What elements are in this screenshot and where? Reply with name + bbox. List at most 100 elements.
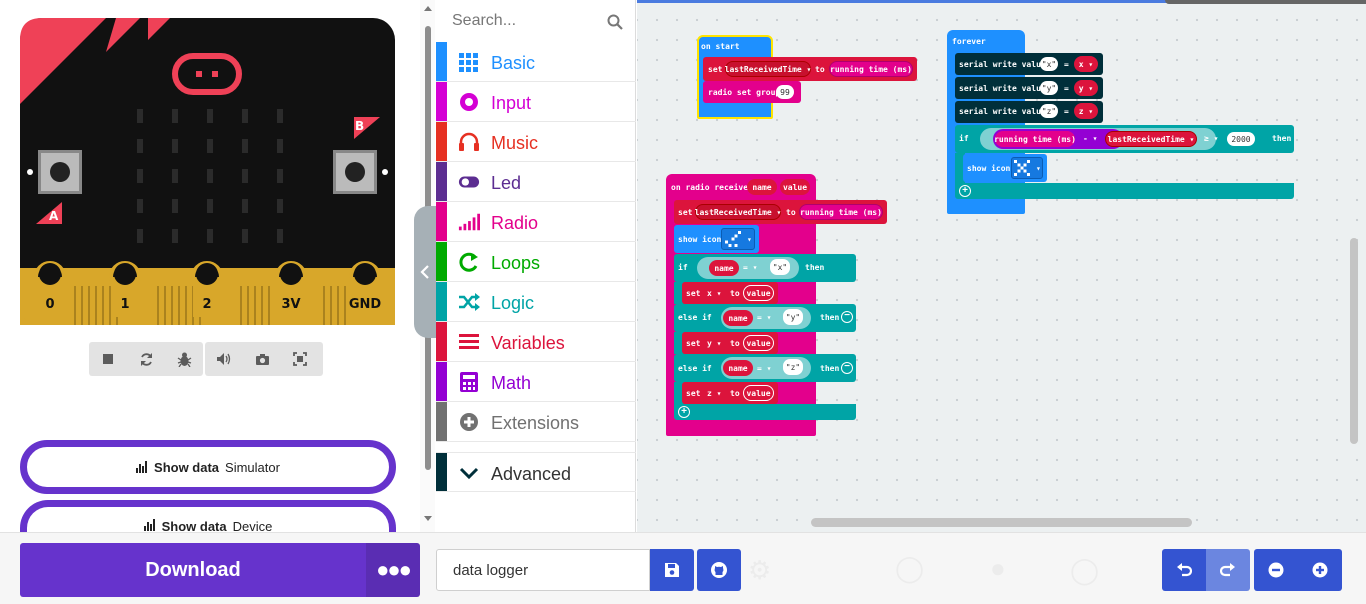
bottom-toolbar: ⚙ ◯ ● ◯ Download ●●●	[0, 532, 1366, 604]
to-label: to	[730, 389, 740, 398]
workspace-horizontal-scrollbar[interactable]	[811, 518, 1192, 527]
project-name-input[interactable]	[436, 549, 650, 591]
category-math[interactable]: Math	[436, 362, 636, 402]
then-label: then	[805, 263, 825, 272]
stop-button[interactable]	[89, 342, 127, 376]
remove-else-if-icon[interactable]: −	[841, 362, 853, 374]
compare-value-field[interactable]: " x "	[770, 259, 790, 275]
show-data-simulator-button[interactable]: Show data Simulator	[20, 440, 396, 494]
else-if-label: else if	[678, 364, 712, 373]
zoom-in-button[interactable]	[1298, 549, 1342, 591]
equals-operator[interactable]: = ▾	[743, 263, 757, 272]
github-button[interactable]	[697, 549, 741, 591]
debug-button[interactable]	[165, 342, 203, 376]
microbit-board[interactable]: A B 0 1 2 3V GND	[20, 18, 395, 325]
category-advanced[interactable]: Advanced	[436, 452, 636, 492]
equals-operator[interactable]: = ▾	[757, 364, 771, 373]
simulator-panel: A B 0 1 2 3V GND Show data Simulator Sho…	[0, 0, 435, 540]
icon-picker[interactable]: ▾	[721, 228, 755, 250]
category-label: Extensions	[491, 413, 580, 433]
on-radio-label: on radio received	[671, 183, 753, 192]
variable-reporter[interactable]: lastReceivedTime ▾	[1105, 131, 1197, 147]
name-reporter[interactable]: name	[723, 360, 753, 376]
variable-dropdown[interactable]: lastReceivedTime ▾	[695, 204, 781, 220]
zoom-out-button[interactable]	[1254, 549, 1298, 591]
add-else-icon[interactable]: +	[678, 406, 690, 418]
running-time-reporter[interactable]: running time (ms)	[994, 131, 1076, 147]
value-reporter[interactable]: value	[743, 285, 774, 301]
category-radio[interactable]: Radio	[436, 202, 636, 242]
variable-reporter[interactable]: x ▾	[1074, 56, 1098, 72]
fullscreen-icon	[293, 352, 307, 366]
threshold-field[interactable]: 2000	[1227, 132, 1255, 146]
search-input[interactable]	[452, 12, 602, 30]
show-icon-label: show icon	[967, 164, 1011, 173]
variable-reporter[interactable]: y ▾	[1074, 80, 1098, 96]
pin-0-label: 0	[45, 297, 54, 312]
undo-button[interactable]	[1162, 549, 1206, 591]
icon-picker[interactable]: ▾	[1011, 157, 1043, 179]
running-time-reporter[interactable]: running time (ms)	[829, 61, 913, 77]
variable-dropdown[interactable]: z ▾	[707, 389, 721, 398]
category-logic[interactable]: Logic	[436, 282, 636, 322]
running-time-reporter[interactable]: running time (ms)	[799, 204, 883, 220]
workspace-tab	[1165, 0, 1366, 4]
serial-name-field[interactable]: " x "	[1040, 57, 1058, 71]
set-label: set	[708, 65, 723, 74]
value-reporter[interactable]: value	[743, 385, 774, 401]
value-reporter[interactable]: value	[743, 335, 774, 351]
simulator-controls-2	[205, 342, 323, 376]
category-input[interactable]: Input	[436, 82, 636, 122]
category-label: Led	[491, 173, 522, 193]
to-label: to	[815, 65, 825, 74]
set-label: set	[678, 208, 693, 217]
category-label: Variables	[491, 333, 565, 353]
screenshot-button[interactable]	[243, 342, 281, 376]
workspace-vertical-scrollbar[interactable]	[1350, 238, 1358, 444]
radio-set-group-label: radio set group	[708, 88, 781, 97]
serial-write-label: serial write value	[959, 60, 1046, 69]
equals-operator[interactable]: = ▾	[757, 313, 771, 322]
collapse-simulator-button[interactable]	[414, 206, 436, 338]
category-variables[interactable]: Variables	[436, 322, 636, 362]
save-button[interactable]	[650, 549, 694, 591]
scroll-up-icon[interactable]	[424, 6, 432, 11]
compare-value-field[interactable]: " y "	[783, 309, 803, 325]
download-button[interactable]: Download	[20, 543, 366, 597]
category-loops[interactable]: Loops	[436, 242, 636, 282]
scroll-down-icon[interactable]	[424, 516, 432, 521]
search-icon[interactable]	[607, 14, 623, 30]
add-else-icon[interactable]: +	[959, 185, 971, 197]
variable-dropdown[interactable]: lastReceivedTime ▾	[725, 61, 811, 77]
remove-else-if-icon[interactable]: −	[841, 311, 853, 323]
category-basic[interactable]: Basic	[436, 42, 636, 82]
category-music[interactable]: Music	[436, 122, 636, 162]
redo-button[interactable]	[1206, 549, 1250, 591]
variable-reporter[interactable]: z ▾	[1074, 103, 1098, 119]
serial-name-field[interactable]: " z "	[1040, 104, 1058, 118]
blocks-workspace[interactable]: on start set lastReceivedTime ▾ to runni…	[637, 0, 1366, 532]
variable-dropdown[interactable]: x ▾	[707, 289, 721, 298]
param-value[interactable]: value	[780, 179, 810, 195]
chevron-left-icon	[420, 265, 429, 279]
to-label: to	[730, 339, 740, 348]
variable-dropdown[interactable]: y ▾	[707, 339, 721, 348]
more-options-button[interactable]: ●●●	[366, 543, 420, 597]
diagonal-pattern-icon	[725, 231, 742, 247]
on-start-label: on start	[701, 42, 740, 51]
param-name[interactable]: name	[747, 179, 777, 195]
restart-button[interactable]	[127, 342, 165, 376]
bar-chart-icon	[136, 461, 148, 473]
group-number-field[interactable]: 99	[776, 85, 794, 99]
compare-value-field[interactable]: " z "	[783, 359, 803, 375]
minus-operator[interactable]: - ▾	[1083, 134, 1097, 143]
name-reporter[interactable]: name	[709, 260, 739, 276]
name-reporter[interactable]: name	[723, 310, 753, 326]
mute-button[interactable]	[205, 342, 243, 376]
fullscreen-button[interactable]	[281, 342, 319, 376]
category-extensions[interactable]: Extensions	[436, 402, 636, 442]
serial-name-field[interactable]: " y "	[1040, 81, 1058, 95]
category-led[interactable]: Led	[436, 162, 636, 202]
makecode-editor: A B 0 1 2 3V GND Show data Simulator Sho…	[0, 0, 1366, 604]
gte-operator[interactable]: ≥ ▾	[1204, 134, 1218, 143]
